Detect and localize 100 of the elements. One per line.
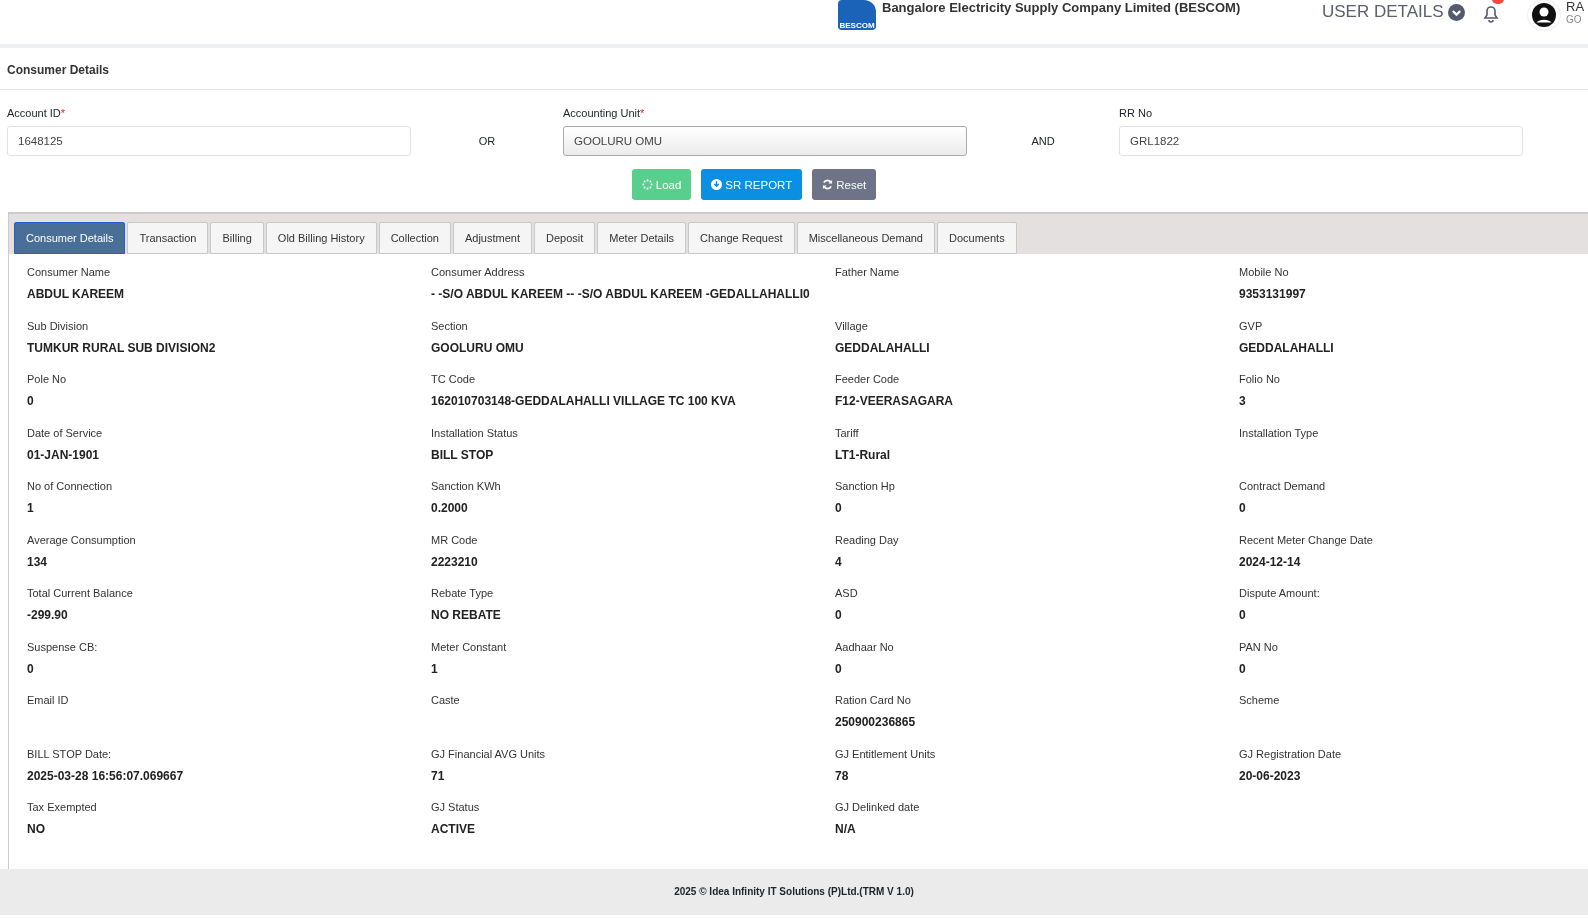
- detail-value: BILL STOP: [431, 447, 495, 462]
- detail-value: LT1-Rural: [835, 447, 892, 462]
- tab[interactable]: Miscellaneous Demand: [796, 222, 935, 254]
- detail-label: ASD: [835, 587, 859, 599]
- detail-label: Dispute Amount:: [1239, 587, 1321, 599]
- detail-value: 0: [27, 394, 35, 408]
- accounting-unit-select[interactable]: GOOLURU OMU: [563, 126, 967, 156]
- tab[interactable]: Consumer Details: [14, 222, 126, 254]
- detail-label: Recent Meter Change Date: [1239, 533, 1374, 546]
- detail-label: Rebate Type: [431, 587, 495, 599]
- detail-value: 2024-12-14: [1239, 554, 1302, 569]
- detail-label: Caste: [431, 694, 461, 706]
- tab[interactable]: Meter Details: [597, 222, 687, 254]
- detail-value: ABDUL KAREEM: [27, 287, 126, 301]
- field-label: RR No: [1119, 107, 1153, 119]
- detail-label: Village: [835, 319, 869, 332]
- detail-label: Email ID: [27, 694, 70, 706]
- company-logo: BESCOM: [838, 0, 876, 30]
- detail-value: 1: [27, 501, 35, 515]
- detail-label: PAN No: [1239, 640, 1279, 653]
- detail-value: 20-06-2023: [1239, 768, 1302, 783]
- user-details-menu[interactable]: USER DETAILS: [1322, 2, 1465, 22]
- detail-value: GEDDALAHALLI: [1239, 340, 1335, 355]
- detail-label: Feeder Code: [835, 373, 901, 385]
- detail-value: 162010703148-GEDDALAHALLI VILLAGE TC 100 KVA: [431, 394, 737, 408]
- detail-label: Sanction KWh: [431, 480, 502, 492]
- detail-label: Sub Division: [27, 319, 90, 332]
- tab[interactable]: Adjustment: [452, 222, 532, 254]
- tab[interactable]: Collection: [378, 222, 451, 254]
- input-field[interactable]: GRL1822: [1119, 126, 1523, 156]
- detail-value: 4: [835, 554, 843, 569]
- detail-value: NO REBATE: [431, 608, 502, 622]
- detail-label: Tax Exempted: [27, 801, 98, 813]
- detail-value: 01-JAN-1901: [27, 447, 101, 462]
- tab[interactable]: Billing: [210, 222, 264, 254]
- download-icon: [711, 179, 723, 190]
- detail-value: F12-VEERASAGARA: [835, 394, 955, 408]
- detail-value: NO: [27, 822, 46, 836]
- user-subtitle: GO: [1566, 14, 1582, 25]
- detail-value: GOOLURU OMU: [431, 340, 525, 355]
- detail-value: 71: [431, 768, 446, 783]
- detail-label: Father Name: [835, 266, 901, 278]
- detail-label: GVP: [1239, 319, 1264, 332]
- tab[interactable]: Transaction: [127, 222, 209, 254]
- field-label: Accounting Unit*: [563, 107, 646, 119]
- detail-value: N/A: [835, 822, 857, 836]
- detail-label: TC Code: [431, 373, 477, 385]
- detail-label: Average Consumption: [27, 533, 137, 546]
- detail-label: Consumer Name: [27, 266, 112, 278]
- reset-button[interactable]: Reset: [812, 169, 877, 200]
- detail-label: BILL STOP Date:: [27, 747, 113, 760]
- detail-label: Meter Constant: [431, 640, 508, 653]
- tab[interactable]: Old Billing History: [265, 222, 377, 254]
- detail-value: 2025-03-28 16:56:07.069667: [27, 768, 185, 783]
- detail-label: Sanction Hp: [835, 480, 896, 492]
- detail-label: Contract Demand: [1239, 480, 1327, 492]
- user-avatar-icon[interactable]: [1531, 2, 1557, 28]
- field-label: Account ID*: [7, 107, 67, 119]
- detail-value: 0: [835, 501, 843, 515]
- detail-value: 0: [1239, 501, 1247, 515]
- detail-label: Section: [431, 319, 469, 332]
- detail-label: Tariff: [835, 426, 860, 439]
- detail-value: 0.2000: [431, 501, 469, 515]
- detail-value: 134: [27, 554, 49, 569]
- footer: 2025 © Idea Infinity IT Solutions (P)Ltd.(TRM V 1.0): [0, 868, 1588, 915]
- detail-label: Folio No: [1239, 373, 1281, 385]
- detail-value: 0: [835, 661, 843, 676]
- detail-label: GJ Financial AVG Units: [431, 747, 547, 760]
- company-title: Bangalore Electricity Supply Company Limited (BESCOM): [882, 0, 1241, 17]
- tab[interactable]: Change Request: [688, 222, 795, 254]
- detail-label: Consumer Address: [431, 266, 526, 278]
- detail-value: 1: [431, 661, 439, 676]
- detail-label: Aadhaar No: [835, 640, 895, 653]
- detail-label: GJ Status: [431, 801, 481, 813]
- detail-label: GJ Registration Date: [1239, 747, 1343, 760]
- detail-label: Scheme: [1239, 694, 1281, 706]
- detail-value: 250900236865: [835, 715, 917, 729]
- detail-value: 0: [835, 608, 843, 622]
- detail-label: Date of Service: [27, 426, 104, 439]
- detail-label: Suspense CB:: [27, 640, 99, 653]
- detail-label: No of Connection: [27, 480, 113, 492]
- user-name: RA: [1566, 0, 1585, 14]
- detail-label: Ration Card No: [835, 694, 912, 706]
- joiner-text: OR: [477, 134, 497, 149]
- detail-value: 0: [27, 661, 35, 676]
- detail-label: Installation Status: [431, 426, 519, 439]
- tab[interactable]: Documents: [937, 222, 1017, 254]
- detail-value: 0: [1239, 661, 1247, 676]
- detail-label: Total Current Balance: [27, 587, 134, 599]
- detail-label: MR Code: [431, 533, 479, 546]
- detail-value: ACTIVE: [431, 822, 476, 836]
- page-title: Consumer Details: [0, 48, 1588, 90]
- detail-value: GEDDALAHALLI: [835, 340, 931, 355]
- chevron-down-icon: [1447, 3, 1465, 21]
- spinner-icon: [641, 179, 653, 190]
- detail-value: 3: [1239, 394, 1247, 408]
- detail-label: Reading Day: [835, 533, 900, 546]
- tab[interactable]: Deposit: [534, 222, 596, 254]
- refresh-icon: [822, 179, 834, 190]
- input-field[interactable]: 1648125: [7, 126, 411, 156]
